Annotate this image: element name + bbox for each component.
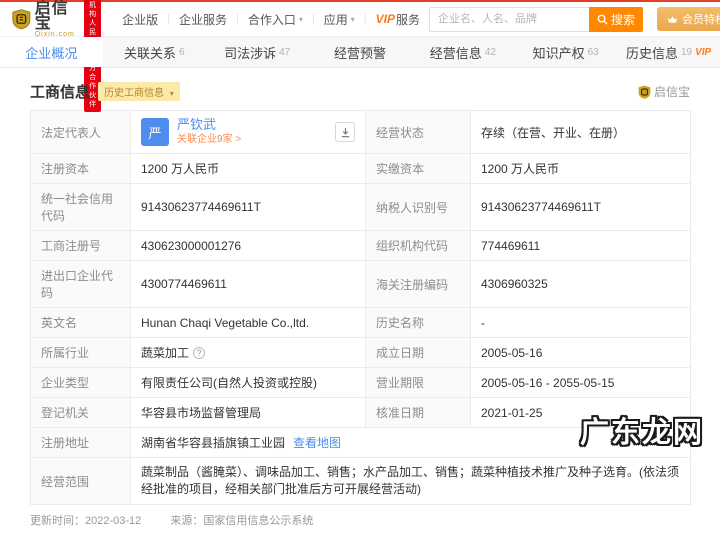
qixin-logo[interactable]: 启信宝 Qixin.com — [12, 0, 78, 38]
data-source-footer: 更新时间：2022-03-12 来源：国家信用信息公示系统 — [0, 505, 720, 535]
field-label: 核准日期 — [365, 397, 471, 428]
field-value: 91430623774469611T — [130, 183, 366, 231]
qixin-watermark-logo: 启信宝 — [638, 83, 690, 100]
tab-intellectual-property[interactable]: 知识产权 63 — [514, 37, 617, 67]
field-label: 法定代表人 — [30, 110, 131, 154]
field-label: 纳税人识别号 — [365, 183, 471, 231]
nav-apps[interactable]: 应用 ▾ — [315, 11, 364, 28]
field-value: 91430623774469611T — [470, 183, 691, 231]
field-value: 1200 万人民币 — [130, 153, 366, 184]
tab-judicial-litigation[interactable]: 司法涉诉 47 — [206, 37, 309, 67]
field-label: 注册地址 — [30, 427, 131, 458]
field-label: 登记机关 — [30, 397, 131, 428]
field-value: 4300774469611 — [130, 260, 366, 308]
table-row: 注册资本 1200 万人民币 实缴资本 1200 万人民币 — [30, 153, 691, 184]
field-label: 组织机构代码 — [365, 230, 471, 261]
tab-history-info[interactable]: 历史信息 19 VIP — [617, 37, 720, 67]
field-value: 4306960325 — [470, 260, 691, 308]
legal-rep-name-link[interactable]: 严钦武 — [177, 117, 241, 132]
field-label: 成立日期 — [365, 337, 471, 368]
vip-privilege-button[interactable]: 会员特权 > — [657, 7, 720, 31]
field-label: 英文名 — [30, 307, 131, 338]
table-row: 企业类型 有限责任公司(自然人投资或控股) 营业期限 2005-05-16 - … — [30, 367, 691, 398]
section-title: 工商信息 — [30, 84, 91, 101]
table-row: 法定代表人 严 严钦武 关联企业9家 > 经营状态 存续（在营、开业、在册） — [30, 110, 691, 154]
table-row: 所属行业 蔬菜加工? 成立日期 2005-05-16 — [30, 337, 691, 368]
table-row: 进出口企业代码 4300774469611 海关注册编码 4306960325 — [30, 260, 691, 308]
shield-logo-icon — [12, 9, 31, 30]
legal-rep-avatar: 严 — [141, 118, 169, 146]
crown-icon — [668, 15, 678, 23]
nav-partner-entry[interactable]: 合作入口 ▾ — [239, 11, 312, 28]
search-bar: 搜索 — [429, 6, 644, 32]
history-business-info-badge[interactable]: 历史工商信息 ▾ — [98, 82, 180, 101]
table-row: 英文名 Hunan Chaqi Vegetable Co.,ltd. 历史名称 … — [30, 307, 691, 338]
field-value: 华容县市场监督管理局 — [130, 397, 366, 428]
field-label: 历史名称 — [365, 307, 471, 338]
data-source: 来源：国家信用信息公示系统 — [170, 515, 314, 527]
table-row: 统一社会信用代码 91430623774469611T 纳税人识别号 91430… — [30, 183, 691, 231]
related-companies-link[interactable]: 关联企业9家 > — [177, 132, 241, 147]
field-label: 统一社会信用代码 — [30, 183, 131, 231]
field-label: 经营范围 — [30, 457, 131, 505]
header-nav: 企业版 | 企业服务 | 合作入口 ▾ | 应用 ▾ | VIP 服务 — [113, 11, 429, 28]
field-label: 工商注册号 — [30, 230, 131, 261]
field-value: 774469611 — [470, 230, 691, 261]
field-label: 企业类型 — [30, 367, 131, 398]
field-label: 所属行业 — [30, 337, 131, 368]
field-value: Hunan Chaqi Vegetable Co.,ltd. — [130, 307, 366, 338]
logo-title: 启信宝 — [34, 0, 69, 32]
update-time: 更新时间：2022-03-12 — [30, 515, 142, 527]
field-value: 有限责任公司(自然人投资或控股) — [130, 367, 366, 398]
tab-related-relations[interactable]: 关联关系 6 — [103, 37, 206, 67]
nav-vip-services[interactable]: VIP 服务 — [367, 11, 429, 28]
field-label: 经营状态 — [365, 110, 471, 154]
watermark: 广东龙网 — [579, 417, 704, 449]
field-label: 海关注册编码 — [365, 260, 471, 308]
table-row: 经营范围 蔬菜制品（酱腌菜）、调味品加工、销售；水产品加工、销售；蔬菜种植技术推… — [30, 457, 691, 505]
field-value: 存续（在营、开业、在册） — [470, 110, 691, 154]
field-label: 进出口企业代码 — [30, 260, 131, 308]
field-label: 实缴资本 — [365, 153, 471, 184]
field-value: 1200 万人民币 — [470, 153, 691, 184]
field-label: 注册资本 — [30, 153, 131, 184]
search-icon — [597, 14, 608, 25]
download-icon — [341, 127, 349, 137]
tab-operation-warning[interactable]: 经营预警 — [309, 37, 412, 67]
field-value: 2005-05-16 - 2055-05-15 — [470, 367, 691, 398]
help-icon[interactable]: ? — [193, 347, 206, 359]
nav-enterprise-edition[interactable]: 企业版 — [113, 11, 167, 28]
nav-enterprise-services[interactable]: 企业服务 — [170, 11, 236, 28]
chevron-down-icon: ▾ — [169, 89, 174, 98]
tab-company-overview[interactable]: 企业概况 — [0, 37, 103, 67]
tab-operation-info[interactable]: 经营信息 42 — [411, 37, 514, 67]
field-value: 2005-05-16 — [470, 337, 691, 368]
shield-logo-icon — [638, 85, 651, 99]
header: 启信宝 Qixin.com 官方备案企业征信机构 人民数据官方合作伙伴 企业版 … — [0, 0, 720, 112]
field-value: 430623000001276 — [130, 230, 366, 261]
field-value: - — [470, 307, 691, 338]
tab-bar: 企业概况 关联关系 6 司法涉诉 47 经营预警 经营信息 42 知识产权 63 历史信… — [0, 36, 720, 68]
table-row: 工商注册号 430623000001276 组织机构代码 774469611 — [30, 230, 691, 261]
chevron-down-icon: ▾ — [298, 14, 303, 24]
download-button[interactable] — [335, 122, 355, 142]
field-value: 蔬菜加工? — [130, 337, 366, 368]
search-input[interactable] — [429, 6, 590, 32]
view-map-link[interactable]: 查看地图 — [293, 436, 341, 450]
chevron-down-icon: ▾ — [350, 14, 355, 24]
search-button[interactable]: 搜索 — [589, 6, 644, 32]
field-label: 营业期限 — [365, 367, 471, 398]
section-header: 工商信息 历史工商信息 ▾ 启信宝 — [0, 68, 720, 110]
field-value: 蔬菜制品（酱腌菜）、调味品加工、销售；水产品加工、销售；蔬菜种植技术推广及种子选… — [130, 457, 691, 505]
